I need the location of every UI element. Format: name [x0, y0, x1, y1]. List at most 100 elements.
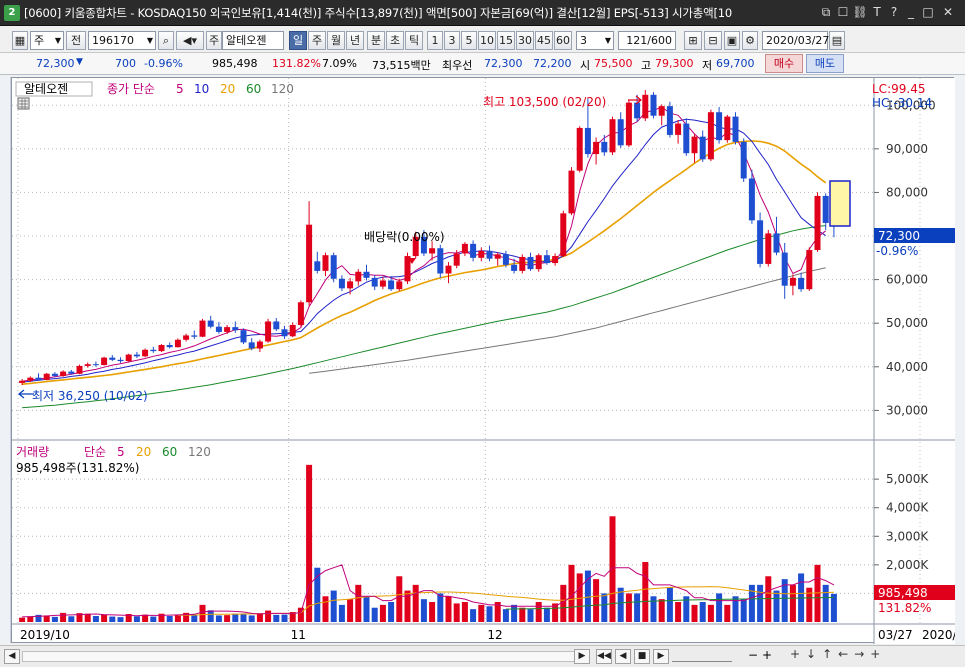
candle-body [27, 377, 34, 381]
candle-body [199, 320, 206, 337]
volume-bar [675, 602, 682, 622]
minute-option-10[interactable]: 10 [478, 31, 496, 50]
forecast-highlight-box [829, 180, 851, 227]
sound-icon[interactable]: ◀▾ [176, 31, 204, 50]
candle-body [757, 220, 764, 264]
y-tick-label: 30,000 [886, 403, 928, 417]
move-arrows-icon[interactable]: +↓↑←→+ [790, 647, 940, 661]
zoom-slider[interactable] [672, 651, 732, 662]
next-page-button[interactable]: ▶ [653, 649, 669, 664]
zoom-out-chart-icon[interactable]: ⊟ [704, 31, 722, 50]
chart-area[interactable]: 100,00090,00080,00070,00060,00050,00040,… [11, 77, 965, 644]
candle-body [765, 233, 772, 264]
candle-body [822, 195, 829, 223]
date-field[interactable]: 2020/03/27 [762, 31, 829, 50]
count-select[interactable]: 3 ▼ [576, 31, 614, 50]
minute-option-30[interactable]: 30 [516, 31, 534, 50]
scroll-right-icon[interactable]: ▶ [574, 649, 590, 664]
volume-bar [429, 602, 436, 622]
y-tick-label: 80,000 [886, 185, 928, 199]
panel-toggle-icon[interactable]: ▦ [12, 31, 28, 50]
candle-body [494, 254, 501, 259]
tab-month[interactable]: 월 [327, 31, 345, 50]
low-annotation: 최저 36,250 (10/02) [32, 389, 148, 403]
zoom-in-icon[interactable]: + [762, 648, 772, 662]
chart-svg[interactable]: 100,00090,00080,00070,00060,00050,00040,… [12, 78, 965, 644]
minute-option-45[interactable]: 45 [535, 31, 553, 50]
tab-week[interactable]: 주 [308, 31, 326, 50]
candle-body [355, 271, 362, 282]
volume-bar [388, 602, 395, 622]
right-gutter [954, 77, 965, 643]
candle-body [535, 255, 542, 270]
tab-minute[interactable]: 분 [367, 31, 385, 50]
candle-body [379, 280, 386, 287]
volume-bar [355, 584, 362, 622]
tab-second[interactable]: 초 [386, 31, 404, 50]
volume-ratio: 131.82% [272, 57, 321, 70]
text-icon[interactable]: T [869, 4, 885, 21]
minute-option-3[interactable]: 3 [444, 31, 460, 50]
volume-bar [511, 604, 518, 622]
candle-body [781, 252, 788, 286]
zoom-in-chart-icon[interactable]: ⊞ [684, 31, 702, 50]
period-select[interactable]: 주 ▼ [30, 31, 64, 50]
frame-icon[interactable]: ☐ [835, 4, 851, 21]
vy-tick-label: 3,000K [886, 529, 929, 543]
stop-button[interactable]: ■ [634, 649, 650, 664]
candle-body [568, 170, 575, 214]
prev-page-button[interactable]: ◀ [615, 649, 631, 664]
vy-tick-label: 2,000K [886, 558, 929, 572]
minimize-icon[interactable]: _ [903, 4, 919, 21]
candle-body [265, 321, 272, 342]
scroll-bar[interactable]: ◀ ▶ ◀◀ ◀ ■ ▶ − + +↓↑←→+ [0, 645, 965, 667]
volume-bar [240, 613, 247, 622]
volume-bar [642, 562, 649, 622]
candle-body [429, 248, 436, 254]
restore-icon[interactable]: ⧉ [818, 4, 834, 21]
help-icon[interactable]: ? [886, 4, 902, 21]
search-icon[interactable]: ⌕ [158, 31, 174, 50]
open-label: 시 [580, 59, 591, 72]
candle-body [650, 94, 657, 116]
minute-option-5[interactable]: 5 [461, 31, 477, 50]
candle-body [470, 243, 477, 258]
candle-body [814, 195, 821, 250]
buy-button[interactable]: 매수 [765, 54, 803, 73]
prev-button[interactable]: 전 [66, 31, 86, 50]
stock-type-icon[interactable]: 주 [206, 31, 222, 50]
volume-bar [191, 614, 198, 622]
volume-bar [19, 617, 26, 622]
candle-body [76, 365, 83, 374]
calendar-icon[interactable]: ▤ [829, 31, 845, 50]
candle-body [363, 271, 370, 278]
count-select-value: 3 [580, 34, 587, 47]
close-icon[interactable]: ✕ [940, 4, 956, 21]
gear-icon[interactable]: ⚙ [742, 31, 758, 50]
volume-bar [101, 614, 108, 622]
price-legend-ma20: 20 [220, 82, 235, 96]
scroll-track[interactable] [22, 651, 580, 662]
tab-tick[interactable]: 틱 [405, 31, 423, 50]
candle-body [183, 335, 190, 340]
current-volume-ratio: 131.82% [878, 601, 931, 615]
minute-option-60[interactable]: 60 [554, 31, 572, 50]
candle-body [84, 364, 91, 366]
sell-button[interactable]: 매도 [806, 54, 844, 73]
zoom-out-icon[interactable]: − [748, 648, 758, 662]
volume-bar [379, 604, 386, 622]
tab-year[interactable]: 년 [346, 31, 364, 50]
tab-day[interactable]: 일 [289, 31, 307, 50]
stock-code-input[interactable]: 196170 ▼ [88, 31, 156, 50]
scroll-left-icon[interactable]: ◀ [4, 649, 20, 664]
minute-option-15[interactable]: 15 [497, 31, 515, 50]
minute-option-1[interactable]: 1 [427, 31, 443, 50]
save-icon[interactable]: ▣ [724, 31, 740, 50]
volume-bar [666, 587, 673, 622]
maximize-icon[interactable]: □ [920, 4, 936, 21]
first-page-button[interactable]: ◀◀ [596, 649, 612, 664]
link-icon[interactable]: ⛓ [852, 4, 868, 21]
best-bid: 72,200 [533, 57, 572, 70]
down-arrow-icon: ▼ [76, 57, 83, 67]
volume-legend-ma20: 20 [136, 445, 151, 459]
